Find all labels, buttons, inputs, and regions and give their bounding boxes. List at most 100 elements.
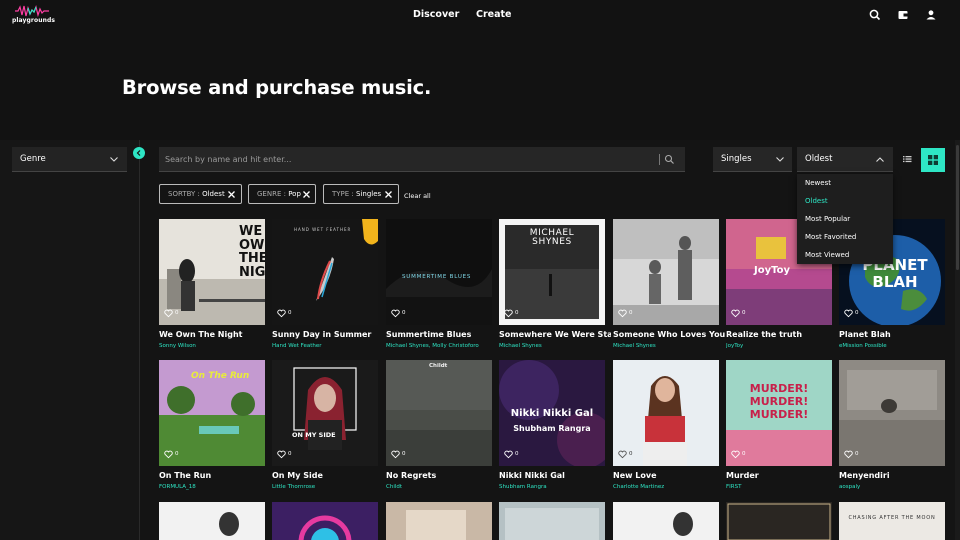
track-artist[interactable]: aospaly — [839, 484, 951, 490]
heart-icon — [504, 450, 513, 459]
like-button[interactable]: 0 — [731, 309, 751, 319]
album-cover[interactable]: 0 — [613, 360, 719, 466]
like-button[interactable]: 0 — [844, 450, 864, 460]
cover-title: CHASING AFTER THE MOON — [848, 515, 936, 521]
track-artist[interactable]: Childt — [386, 484, 498, 490]
close-icon[interactable] — [384, 190, 393, 199]
album-cover[interactable] — [499, 502, 605, 540]
track-card[interactable] — [159, 502, 265, 540]
track-title[interactable]: Someone Who Loves You — [613, 330, 725, 339]
track-title[interactable]: Sunny Day in Summer — [272, 330, 384, 339]
track-title[interactable]: New Love — [613, 471, 725, 480]
album-cover[interactable]: SUMMERTIME BLUES 0 — [386, 219, 492, 325]
like-count: 0 — [629, 451, 633, 457]
track-title[interactable]: Menyendiri — [839, 471, 951, 480]
heart-icon — [277, 450, 286, 459]
search-submit-icon[interactable] — [664, 154, 675, 165]
logo-text: playgrounds — [12, 17, 56, 24]
track-title[interactable]: Nikki Nikki Gal — [499, 471, 611, 480]
wallet-icon[interactable] — [896, 8, 910, 22]
track-artist[interactable]: JoyToy — [726, 343, 838, 349]
album-cover[interactable] — [272, 502, 378, 540]
track-title[interactable]: On My Side — [272, 471, 384, 480]
album-cover[interactable] — [386, 502, 492, 540]
sort-option-most-favorited[interactable]: Most Favorited — [805, 233, 856, 241]
close-icon[interactable] — [302, 190, 311, 199]
track-title[interactable]: Summertime Blues — [386, 330, 498, 339]
album-cover[interactable]: WE OWN THE NIGHT 0 — [159, 219, 265, 325]
search-icon[interactable] — [868, 8, 882, 22]
like-button[interactable]: 0 — [731, 450, 751, 460]
track-card[interactable] — [499, 502, 605, 540]
genre-select[interactable]: Genre — [12, 147, 127, 172]
album-cover[interactable] — [839, 502, 945, 540]
track-artist[interactable]: Sonny Wilson — [159, 343, 271, 349]
album-cover[interactable]: ON MY SIDE 0 — [272, 360, 378, 466]
track-artist[interactable]: Charlotte Martinez — [613, 484, 725, 490]
playgrounds-logo[interactable]: playgrounds — [11, 5, 55, 25]
like-button[interactable]: 0 — [504, 309, 524, 319]
track-title[interactable]: On The Run — [159, 471, 271, 480]
filter-chip-genre: GENRE : Pop — [248, 184, 316, 204]
track-artist[interactable]: Michael Shynes, Molly Christoforo — [386, 343, 498, 349]
collapse-sidebar-button[interactable] — [133, 147, 145, 159]
track-artist[interactable]: Michael Shynes — [613, 343, 725, 349]
sort-select[interactable]: Oldest — [797, 147, 893, 172]
track-artist[interactable]: eMission Possible — [839, 343, 951, 349]
clear-all-link[interactable]: Clear all — [404, 192, 431, 200]
track-artist[interactable]: FORMULA_18 — [159, 484, 271, 490]
type-select[interactable]: Singles — [713, 147, 792, 172]
cover-artist-name: Shubham Rangra — [513, 424, 591, 433]
album-cover[interactable]: HAND WET FEATHER 0 — [272, 219, 378, 325]
track-card[interactable] — [272, 502, 378, 540]
album-cover[interactable] — [726, 502, 832, 540]
track-card[interactable] — [726, 502, 832, 540]
album-cover[interactable]: Childt 0 — [386, 360, 492, 466]
track-artist[interactable]: Michael Shynes — [499, 343, 611, 349]
album-cover[interactable]: 0 — [839, 360, 945, 466]
like-button[interactable]: 0 — [618, 450, 638, 460]
waveform-logo-icon — [15, 5, 49, 17]
search-input[interactable] — [165, 152, 645, 167]
like-button[interactable]: 0 — [844, 309, 864, 319]
scrollbar-thumb[interactable] — [956, 145, 959, 270]
track-title[interactable]: No Regrets — [386, 471, 498, 480]
album-cover[interactable] — [613, 502, 719, 540]
sort-option-most-viewed[interactable]: Most Viewed — [805, 251, 849, 259]
like-button[interactable]: 0 — [391, 309, 411, 319]
like-button[interactable]: 0 — [618, 309, 638, 319]
track-title[interactable]: Realize the truth — [726, 330, 838, 339]
track-artist[interactable]: Hand Wet Feather — [272, 343, 384, 349]
album-cover[interactable]: On The Run 0 — [159, 360, 265, 466]
sort-option-newest[interactable]: Newest — [805, 179, 831, 187]
sort-option-oldest[interactable]: Oldest — [805, 197, 828, 205]
list-view-icon[interactable] — [899, 152, 915, 166]
track-card[interactable] — [386, 502, 492, 540]
like-button[interactable]: 0 — [391, 450, 411, 460]
like-button[interactable]: 0 — [164, 309, 184, 319]
track-artist[interactable]: Shubham Rangra — [499, 484, 611, 490]
album-cover[interactable]: MURDER! MURDER! MURDER! 0 — [726, 360, 832, 466]
sort-option-most-popular[interactable]: Most Popular — [805, 215, 850, 223]
track-title[interactable]: We Own The Night — [159, 330, 271, 339]
track-title[interactable]: Planet Blah — [839, 330, 951, 339]
nav-discover[interactable]: Discover — [413, 9, 459, 20]
user-icon[interactable] — [924, 8, 938, 22]
album-cover[interactable] — [159, 502, 265, 540]
track-title[interactable]: Somewhere We Were Stars — [499, 330, 611, 339]
album-cover[interactable]: MICHAEL SHYNES 0 — [499, 219, 605, 325]
track-artist[interactable]: FIRST — [726, 484, 838, 490]
album-cover[interactable]: 0 — [613, 219, 719, 325]
track-card[interactable] — [613, 502, 719, 540]
like-button[interactable]: 0 — [164, 450, 184, 460]
track-artist[interactable]: Little Thornrose — [272, 484, 384, 490]
track-title[interactable]: Murder — [726, 471, 838, 480]
track-card[interactable]: CHASING AFTER THE MOON — [839, 502, 945, 540]
nav-create[interactable]: Create — [476, 9, 512, 20]
album-cover[interactable]: Nikki Nikki Gal Shubham Rangra 0 — [499, 360, 605, 466]
like-button[interactable]: 0 — [504, 450, 524, 460]
grid-view-button[interactable] — [921, 148, 945, 172]
like-button[interactable]: 0 — [277, 309, 297, 319]
close-icon[interactable] — [227, 190, 236, 199]
like-button[interactable]: 0 — [277, 450, 297, 460]
